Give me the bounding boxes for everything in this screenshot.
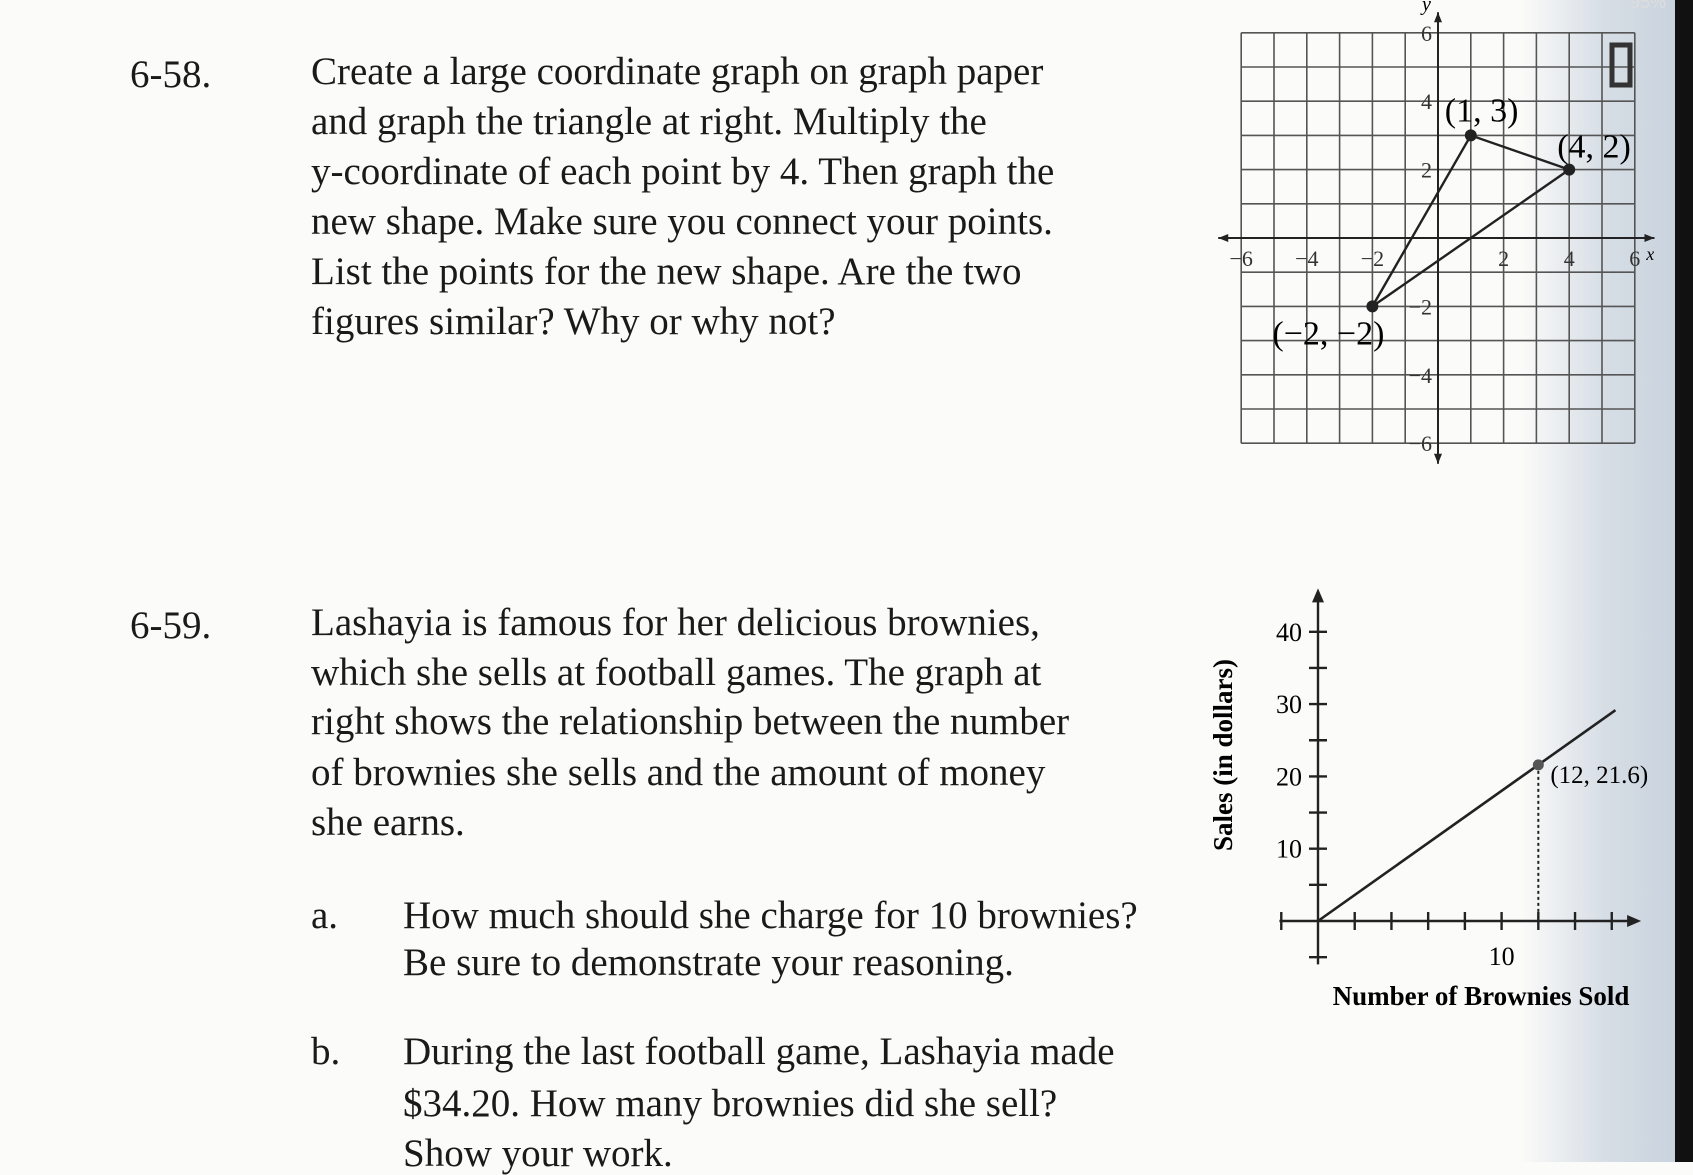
- y-tick-label: 20: [1276, 762, 1302, 791]
- x-axis-arrow-icon: [1627, 915, 1642, 927]
- sales-line: [1317, 709, 1617, 923]
- x-tick-label: −4: [1295, 246, 1318, 271]
- y-tick-label: 6: [1421, 21, 1432, 46]
- y-tick-label: 4: [1421, 89, 1432, 114]
- point-label: (−2, −2): [1272, 315, 1384, 352]
- x-tick-label: 4: [1564, 246, 1575, 271]
- x-tick-label: 2: [1498, 246, 1509, 271]
- x-tick-label: −2: [1361, 246, 1384, 271]
- y-tick-label: 10: [1276, 835, 1302, 864]
- vertex-point: [1366, 300, 1379, 313]
- x-axis-label: x: [1645, 244, 1654, 264]
- corner-box-icon: [1609, 42, 1633, 88]
- x-axis-label: Number of Brownies Sold: [1333, 981, 1630, 1011]
- x-tick-label: −6: [1229, 246, 1252, 271]
- x-tick-label: 10: [1489, 942, 1515, 971]
- y-tick-label: 40: [1276, 618, 1302, 647]
- y-axis-label: Sales (in dollars): [1208, 659, 1238, 851]
- point-label: (1, 3): [1445, 92, 1519, 129]
- y-tick-label: −4: [1409, 363, 1432, 388]
- y-tick-label: −6: [1409, 431, 1432, 456]
- x-tick-label: 6: [1629, 246, 1640, 271]
- y-axis-arrow-icon: [1312, 588, 1324, 603]
- point-label: (12, 21.6): [1550, 762, 1648, 789]
- figures: x y −6 −4 −2 2 4 6 6 4 2 −2 −4 −6 (−2, −2) (1, 3) (4, 2)…: [1208, 0, 1655, 1011]
- vertex-point: [1464, 129, 1477, 142]
- y-axis-label: y: [1420, 0, 1431, 15]
- y-tick-label: 30: [1276, 690, 1302, 719]
- highlight-point: [1532, 759, 1544, 771]
- y-tick-label: 2: [1421, 158, 1432, 183]
- point-label: (4, 2): [1557, 129, 1631, 166]
- y-tick-label: −2: [1409, 294, 1432, 319]
